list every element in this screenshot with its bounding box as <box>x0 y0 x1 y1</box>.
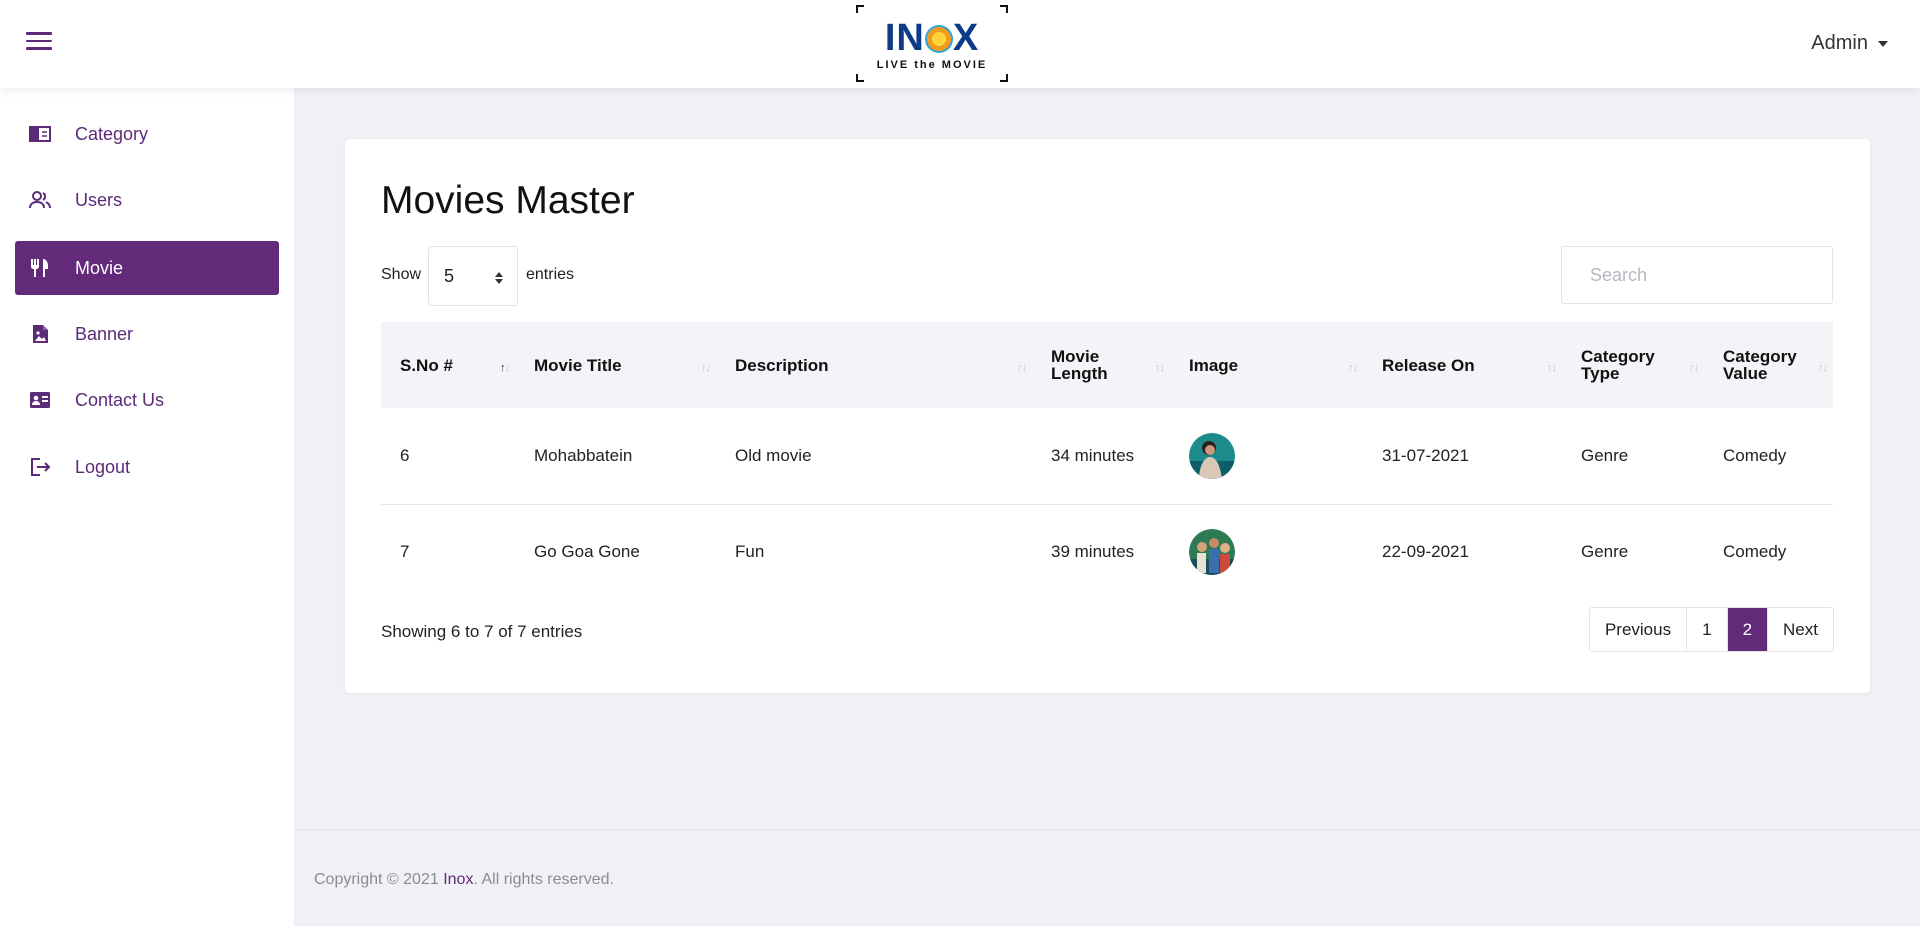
sort-icon: ↑↓ <box>1818 362 1828 374</box>
sidebar-item-logout[interactable]: Logout <box>15 440 279 494</box>
select-arrows-icon <box>495 272 503 284</box>
sidebar-item-label: Category <box>75 124 149 144</box>
cell-image <box>1170 504 1363 600</box>
column-header-category-type[interactable]: Category Type ↑↓ <box>1562 322 1704 408</box>
column-header-label: S.No # <box>400 355 453 375</box>
table-info: Showing 6 to 7 of 7 entries <box>381 622 583 641</box>
pagination: Previous 1 2 Next <box>1588 607 1834 652</box>
sidebar-item-label: Contact Us <box>75 390 165 410</box>
sort-icon: ↑↓ <box>1547 362 1557 374</box>
caret-down-icon <box>1878 40 1888 47</box>
entries-label: entries <box>526 266 575 283</box>
book-icon <box>29 126 51 142</box>
column-header-release-on[interactable]: Release On ↑↓ <box>1363 322 1562 408</box>
logout-icon <box>31 458 51 476</box>
sort-icon: ↑↓ <box>701 362 711 374</box>
cell-category-type: Genre <box>1581 542 1629 562</box>
logo-wordmark: IN X <box>884 17 980 59</box>
entries-select-value: 5 <box>444 266 455 286</box>
footer-copyright: Copyright © 2021 Inox. All rights reserv… <box>314 871 614 889</box>
cell-movie-length: 34 minutes <box>1032 408 1170 505</box>
column-header-movie-title[interactable]: Movie Title ↑↓ <box>515 322 716 408</box>
cell-sno: 6 <box>381 408 515 505</box>
pagination-previous-button[interactable]: Previous <box>1590 608 1686 651</box>
sidebar-item-label: Movie <box>75 258 124 278</box>
utensils-icon <box>31 259 48 277</box>
sidebar-item-category[interactable]: Category <box>15 107 279 161</box>
column-header-movie-length[interactable]: Movie Length ↑↓ <box>1032 322 1170 408</box>
column-header-description[interactable]: Description ↑↓ <box>716 322 1032 408</box>
sidebar-item-users[interactable]: Users <box>15 173 279 227</box>
cell-image <box>1170 408 1363 505</box>
inox-logo[interactable]: IN X LIVE the MOVIE <box>856 5 1008 82</box>
table-row[interactable]: 6 Mohabbatein Old movie 34 minutes 31-07… <box>381 408 1833 505</box>
contact-card-icon <box>30 392 50 408</box>
page-title: Movies Master <box>381 179 635 222</box>
entries-per-page-select[interactable]: 5 <box>428 246 518 306</box>
column-header-image[interactable]: Image ↑↓ <box>1170 322 1363 408</box>
movies-table: S.No # ↑↓ Movie Title ↑↓ Description ↑↓ Mov… <box>381 322 1833 600</box>
table-header-row: S.No # ↑↓ Movie Title ↑↓ Description ↑↓ Mov… <box>381 322 1833 408</box>
cell-movie-title: Mohabbatein <box>515 408 716 505</box>
cell-category-value: Comedy <box>1723 542 1787 562</box>
sun-icon <box>924 25 953 53</box>
column-header-sno[interactable]: S.No # ↑↓ <box>381 322 515 408</box>
cell-category-type: Genre <box>1562 408 1704 505</box>
column-header-label: Type <box>1581 364 1620 383</box>
cell-release-on: 22-09-2021 <box>1382 542 1469 562</box>
image-file-icon <box>33 325 48 343</box>
sidebar-item-label: Logout <box>75 457 131 477</box>
search-input[interactable] <box>1561 246 1833 304</box>
table-row[interactable]: 7 Go Goa Gone Fun 39 minutes 22-09-2021 … <box>381 504 1833 600</box>
sort-icon: ↑↓ <box>1689 362 1699 374</box>
cell-release-on: 31-07-2021 <box>1363 408 1562 505</box>
column-header-label: Description <box>735 355 829 375</box>
column-header-label: Release On <box>1382 355 1475 375</box>
cell-description: Old movie <box>716 408 1032 505</box>
cell-sno: 7 <box>400 542 410 562</box>
column-header-label: Movie Title <box>534 355 622 375</box>
column-header-category-value[interactable]: Category Value ↑↓ <box>1704 322 1833 408</box>
column-header-label: Length <box>1051 364 1108 383</box>
sidebar-item-banner[interactable]: Banner <box>15 307 279 361</box>
hamburger-menu-icon[interactable] <box>26 32 52 54</box>
sidebar-item-movie[interactable]: Movie <box>15 241 279 295</box>
pagination-page-2[interactable]: 2 <box>1726 608 1768 651</box>
movie-poster-thumbnail[interactable] <box>1189 432 1235 479</box>
cell-category-value: Comedy <box>1704 408 1833 505</box>
sidebar-item-label: Users <box>75 190 123 210</box>
column-header-label: Image <box>1189 355 1239 375</box>
user-menu-dropdown[interactable]: Admin <box>1811 32 1888 55</box>
footer-prefix: Copyright © 2021 <box>314 871 444 888</box>
user-name: Admin <box>1811 32 1868 54</box>
footer-brand-link[interactable]: Inox <box>443 871 473 888</box>
cell-description: Fun <box>735 542 765 562</box>
footer-divider <box>294 829 1920 830</box>
sort-icon: ↑↓ <box>1348 362 1358 374</box>
cell-movie-title: Go Goa Gone <box>534 542 640 562</box>
footer-suffix: . All rights reserved. <box>473 871 614 888</box>
movie-poster-thumbnail[interactable] <box>1189 529 1235 576</box>
pagination-next-button[interactable]: Next <box>1767 608 1833 651</box>
show-label: Show <box>381 266 422 283</box>
sort-icon: ↑↓ <box>1017 362 1027 374</box>
logo-tagline: LIVE the MOVIE <box>876 59 988 71</box>
cell-movie-length: 39 minutes <box>1051 542 1135 562</box>
sort-icon: ↑↓ <box>500 362 510 374</box>
users-icon <box>29 191 51 209</box>
sidebar-item-contact-us[interactable]: Contact Us <box>15 373 279 427</box>
top-header: IN X LIVE the MOVIE Admin <box>0 0 1920 88</box>
sidebar-item-label: Banner <box>75 324 134 344</box>
sidebar: Category Users Movie Banner Contact Us L… <box>0 88 294 926</box>
column-header-label: Value <box>1723 364 1768 383</box>
sort-icon: ↑↓ <box>1155 362 1165 374</box>
movies-master-card: Movies Master Show 5 entries S.No # ↑↓ Mo… <box>345 139 1870 693</box>
pagination-page-1[interactable]: 1 <box>1686 608 1726 651</box>
